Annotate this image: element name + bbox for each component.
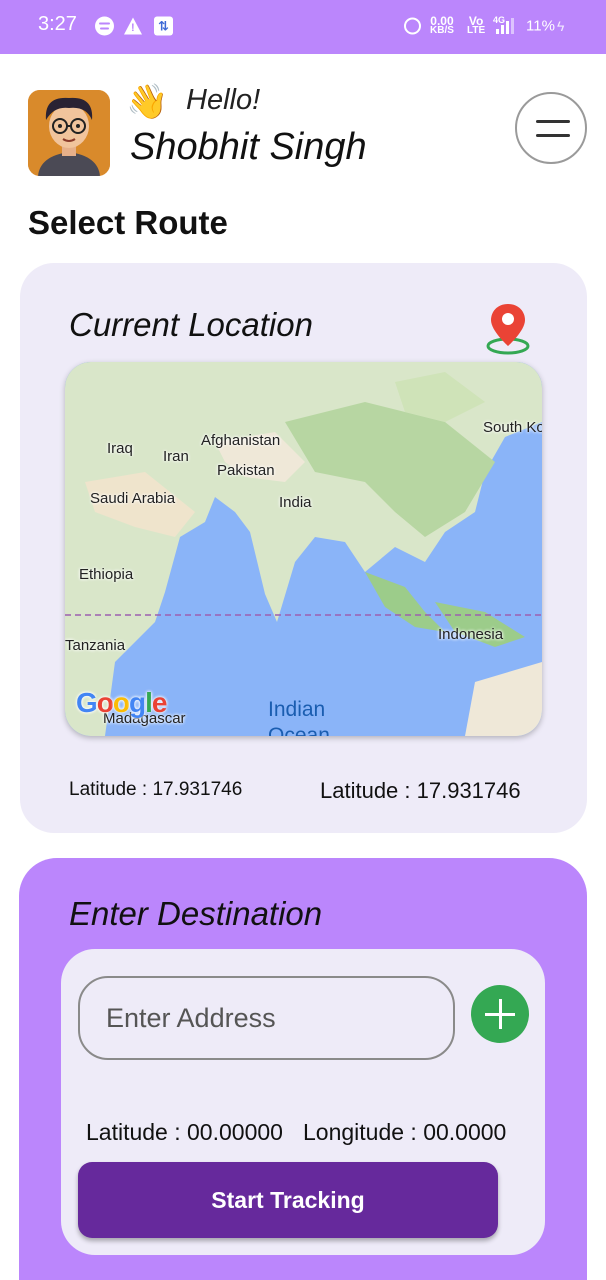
usb-icon: ⇅ <box>154 16 173 36</box>
destination-longitude: Longitude : 00.0000 <box>303 1119 507 1145</box>
google-logo: Google <box>76 687 167 718</box>
signal-icon <box>496 18 514 34</box>
status-bar: 3:27 ! ⇅ 0.00 KB/S Vo LTE 4G 11% ϟ <box>0 0 606 54</box>
start-tracking-button[interactable]: Start Tracking <box>78 1162 498 1238</box>
avatar-illustration-icon <box>28 90 110 176</box>
current-location-map[interactable]: Iraq Iran Afghanistan Pakistan India Sau… <box>65 362 542 736</box>
add-destination-button[interactable] <box>471 985 529 1043</box>
map-label: Iran <box>163 448 189 465</box>
map-ocean-label: Ocean <box>268 724 330 736</box>
warning-mark-icon: ! <box>131 22 135 34</box>
destination-title: Enter Destination <box>69 895 323 932</box>
map-label: Tanzania <box>65 637 126 654</box>
status-time: 3:27 <box>38 13 77 35</box>
map-label: Afghanistan <box>201 432 281 449</box>
map-ocean-label: Indian <box>268 698 326 721</box>
menu-button[interactable] <box>515 92 587 164</box>
hamburger-line-icon <box>536 134 570 137</box>
volte-indicator: Vo LTE <box>467 15 486 36</box>
current-location-title: Current Location <box>69 306 313 343</box>
battery-level: 11% <box>526 17 555 35</box>
charging-bolt-icon: ϟ <box>557 18 565 34</box>
avatar[interactable] <box>28 90 110 176</box>
map-label: Ethiopia <box>79 566 134 583</box>
current-latitude-left: Latitude : 17.931746 <box>69 779 243 800</box>
network-speed-unit: KB/S <box>430 25 454 36</box>
map-label: Indonesia <box>438 626 504 643</box>
world-map-image <box>65 362 542 736</box>
location-pin-icon[interactable] <box>484 300 532 356</box>
user-name: Shobhit Singh <box>130 126 367 168</box>
hamburger-line-icon <box>536 120 570 123</box>
waving-hand-icon: 👋 <box>126 83 169 121</box>
spotify-icon <box>95 16 114 36</box>
page-title: Select Route <box>28 204 228 241</box>
network-speed: 0.00 KB/S <box>430 15 454 36</box>
greeting-text: Hello! <box>186 84 261 116</box>
current-latitude-right: Latitude : 17.931746 <box>320 778 521 803</box>
destination-latitude: Latitude : 00.00000 <box>86 1119 283 1145</box>
volte-bottom: LTE <box>467 25 486 36</box>
map-label: India <box>279 494 312 511</box>
map-label: Iraq <box>107 440 133 457</box>
address-input[interactable] <box>78 976 455 1060</box>
map-label: Pakistan <box>217 462 275 479</box>
alarm-icon <box>404 17 421 35</box>
map-label: Saudi Arabia <box>90 490 176 507</box>
map-label: South Ko <box>483 419 542 436</box>
